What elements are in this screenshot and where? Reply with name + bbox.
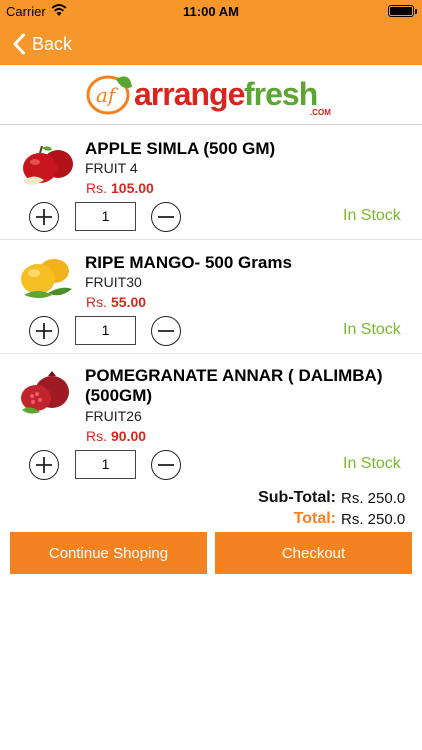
price-currency: Rs. (86, 294, 107, 310)
logo-com: .COM (310, 108, 331, 117)
increase-quantity-button[interactable] (29, 316, 59, 346)
stock-status: In Stock (343, 321, 401, 338)
minus-icon (158, 330, 174, 332)
nav-bar: Back (0, 22, 422, 65)
total-label: Total: (293, 510, 336, 527)
product-code: FRUIT26 (85, 408, 142, 424)
subtotal-label: Sub-Total: (258, 489, 336, 506)
pomegranate-icon (21, 371, 69, 414)
product-price: Rs. 55.00 (86, 294, 146, 310)
price-amount: 105.00 (111, 180, 154, 196)
minus-icon (158, 464, 174, 466)
price-amount: 90.00 (111, 428, 147, 444)
back-label: Back (32, 33, 73, 54)
subtotal-value: Rs. 250.0 (341, 490, 406, 507)
quantity-field[interactable]: 1 (75, 316, 136, 345)
arrangefresh-logo: af arrange fresh .COM (86, 75, 331, 117)
continue-shopping-button[interactable]: Continue Shoping (10, 532, 207, 574)
product-code: FRUIT 4 (85, 160, 138, 176)
cart-item-apple: APPLE SIMLA (500 GM) FRUIT 4 Rs. 105.00 1… (0, 126, 422, 240)
product-price: Rs. 90.00 (86, 428, 146, 444)
price-currency: Rs. (86, 428, 107, 444)
plus-icon (36, 209, 52, 225)
svg-text:af: af (96, 83, 119, 107)
cart-item-pomegranate: POMEGRANATE ANNAR ( DALIMBA) (500GM) FRU… (0, 354, 422, 486)
clock: 11:00 AM (183, 4, 239, 19)
plus-icon (36, 457, 52, 473)
plus-icon (36, 323, 52, 339)
decrease-quantity-button[interactable] (151, 202, 181, 232)
back-button[interactable]: Back (12, 30, 72, 58)
decrease-quantity-button[interactable] (151, 316, 181, 346)
total-value: Rs. 250.0 (341, 511, 406, 528)
product-name: POMEGRANATE ANNAR ( DALIMBA) (500GM) (85, 366, 383, 405)
quantity-field[interactable]: 1 (75, 450, 136, 479)
chevron-left-icon (13, 33, 25, 55)
product-name: APPLE SIMLA (500 GM) (85, 139, 276, 158)
product-price: Rs. 105.00 (86, 180, 154, 196)
product-code: FRUIT30 (85, 274, 142, 290)
logo-word-arrange: arrange (134, 76, 245, 112)
battery-icon (388, 5, 414, 17)
price-currency: Rs. (86, 180, 107, 196)
logo-header: af arrange fresh .COM (0, 65, 422, 125)
cart-item-mango: RIPE MANGO- 500 Grams FRUIT30 Rs. 55.00 1… (0, 240, 422, 354)
stock-status: In Stock (343, 207, 401, 224)
mango-icon (21, 259, 72, 298)
checkout-button[interactable]: Checkout (215, 532, 412, 574)
minus-icon (158, 216, 174, 218)
status-bar: Carrier 11:00 AM (0, 0, 422, 22)
order-totals: Sub-Total: Rs. 250.0 Total: Rs. 250.0 (0, 486, 422, 530)
quantity-field[interactable]: 1 (75, 202, 136, 231)
increase-quantity-button[interactable] (29, 450, 59, 480)
price-amount: 55.00 (111, 294, 147, 310)
battery-tip (415, 9, 417, 14)
increase-quantity-button[interactable] (29, 202, 59, 232)
logo-word-fresh: fresh (244, 76, 317, 112)
decrease-quantity-button[interactable] (151, 450, 181, 480)
product-name: RIPE MANGO- 500 Grams (85, 253, 292, 272)
stock-status: In Stock (343, 455, 401, 472)
apple-icon (23, 145, 73, 185)
